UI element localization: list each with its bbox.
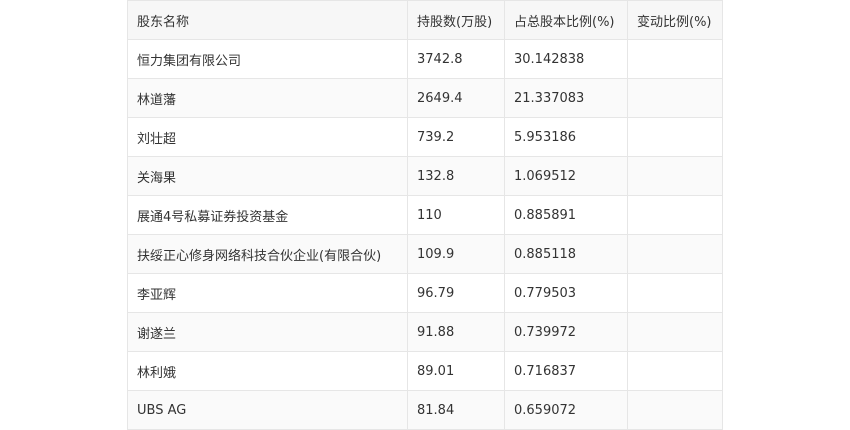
cell-shares-held: 109.9	[407, 234, 505, 274]
cell-shares-held: 89.01	[407, 351, 505, 391]
cell-change-ratio	[627, 273, 723, 313]
cell-change-ratio	[627, 195, 723, 235]
cell-change-ratio	[627, 312, 723, 352]
cell-share-ratio: 0.659072	[504, 390, 628, 430]
cell-shares-held: 3742.8	[407, 39, 505, 79]
cell-change-ratio	[627, 351, 723, 391]
cell-share-ratio: 0.779503	[504, 273, 628, 313]
table-row: 刘壮超 739.2 5.953186	[127, 117, 723, 157]
cell-change-ratio	[627, 78, 723, 118]
table-row: 李亚辉 96.79 0.779503	[127, 273, 723, 313]
cell-shares-held: 91.88	[407, 312, 505, 352]
cell-shareholder-name: 恒力集团有限公司	[127, 39, 408, 79]
cell-shareholder-name: 林利娥	[127, 351, 408, 391]
cell-change-ratio	[627, 39, 723, 79]
cell-change-ratio	[627, 234, 723, 274]
cell-share-ratio: 1.069512	[504, 156, 628, 196]
header-shareholder-name: 股东名称	[127, 0, 408, 40]
cell-shareholder-name: 谢遂兰	[127, 312, 408, 352]
cell-shares-held: 81.84	[407, 390, 505, 430]
cell-shareholder-name: 李亚辉	[127, 273, 408, 313]
cell-shareholder-name: 扶绥正心修身网络科技合伙企业(有限合伙)	[127, 234, 408, 274]
cell-share-ratio: 0.885118	[504, 234, 628, 274]
header-shares-held: 持股数(万股)	[407, 0, 505, 40]
table-row: 扶绥正心修身网络科技合伙企业(有限合伙) 109.9 0.885118	[127, 234, 723, 274]
cell-share-ratio: 21.337083	[504, 78, 628, 118]
table-row: 恒力集团有限公司 3742.8 30.142838	[127, 39, 723, 79]
cell-change-ratio	[627, 390, 723, 430]
cell-shareholder-name: 关海果	[127, 156, 408, 196]
cell-share-ratio: 30.142838	[504, 39, 628, 79]
table-body: 恒力集团有限公司 3742.8 30.142838 林道藩 2649.4 21.…	[127, 39, 723, 430]
shareholder-table-container: 股东名称 持股数(万股) 占总股本比例(%) 变动比例(%) 恒力集团有限公司 …	[127, 0, 723, 430]
cell-shares-held: 739.2	[407, 117, 505, 157]
cell-shares-held: 2649.4	[407, 78, 505, 118]
table-row: UBS AG 81.84 0.659072	[127, 390, 723, 430]
table-row: 关海果 132.8 1.069512	[127, 156, 723, 196]
cell-shareholder-name: 林道藩	[127, 78, 408, 118]
table-row: 林道藩 2649.4 21.337083	[127, 78, 723, 118]
header-share-ratio: 占总股本比例(%)	[504, 0, 628, 40]
table-header: 股东名称 持股数(万股) 占总股本比例(%) 变动比例(%)	[127, 0, 723, 40]
table-row: 展通4号私募证券投资基金 110 0.885891	[127, 195, 723, 235]
cell-share-ratio: 0.885891	[504, 195, 628, 235]
cell-shares-held: 132.8	[407, 156, 505, 196]
cell-share-ratio: 0.716837	[504, 351, 628, 391]
header-row: 股东名称 持股数(万股) 占总股本比例(%) 变动比例(%)	[127, 0, 723, 40]
cell-shares-held: 96.79	[407, 273, 505, 313]
table-row: 谢遂兰 91.88 0.739972	[127, 312, 723, 352]
header-change-ratio: 变动比例(%)	[627, 0, 723, 40]
cell-change-ratio	[627, 156, 723, 196]
cell-shareholder-name: UBS AG	[127, 390, 408, 430]
table-row: 林利娥 89.01 0.716837	[127, 351, 723, 391]
cell-shareholder-name: 展通4号私募证券投资基金	[127, 195, 408, 235]
cell-shareholder-name: 刘壮超	[127, 117, 408, 157]
cell-share-ratio: 0.739972	[504, 312, 628, 352]
cell-shares-held: 110	[407, 195, 505, 235]
cell-share-ratio: 5.953186	[504, 117, 628, 157]
shareholder-table: 股东名称 持股数(万股) 占总股本比例(%) 变动比例(%) 恒力集团有限公司 …	[127, 0, 723, 430]
cell-change-ratio	[627, 117, 723, 157]
